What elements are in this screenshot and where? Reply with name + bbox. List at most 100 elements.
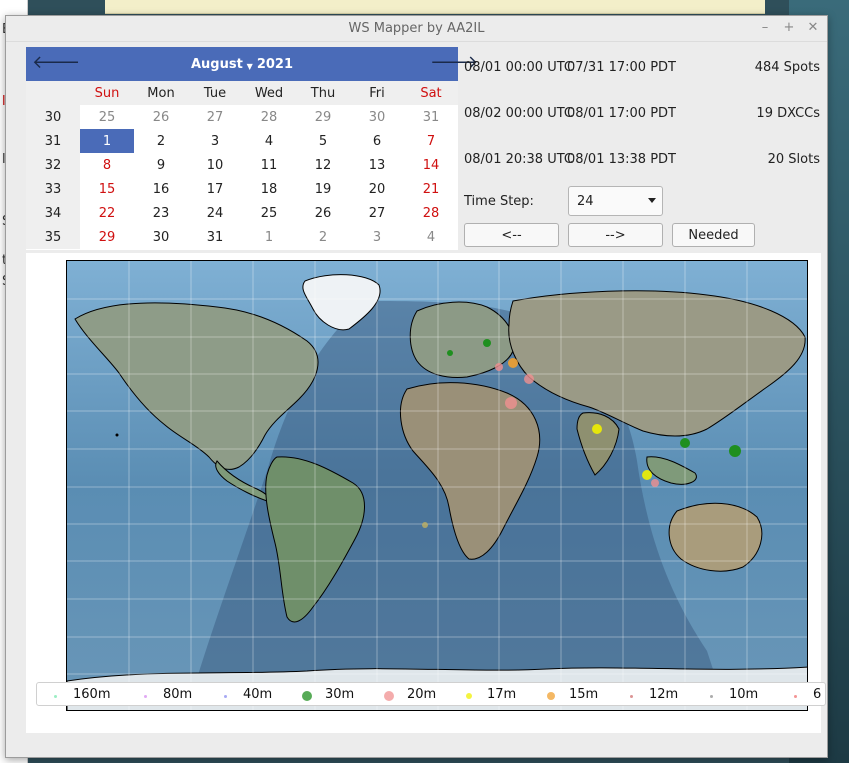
calendar-day[interactable]: 25 bbox=[80, 105, 134, 129]
calendar-day[interactable]: 26 bbox=[296, 201, 350, 225]
calendar-day[interactable]: 19 bbox=[296, 177, 350, 201]
calendar-day[interactable]: 2 bbox=[296, 225, 350, 249]
utc-time: 08/01 00:00 UTC bbox=[464, 60, 573, 75]
calendar-day[interactable]: 11 bbox=[242, 153, 296, 177]
utc-time: 08/02 00:00 UTC bbox=[464, 106, 573, 121]
local-time: 07/31 17:00 PDT bbox=[567, 60, 676, 75]
calendar-day[interactable]: 12 bbox=[296, 153, 350, 177]
calendar-day[interactable]: 3 bbox=[350, 225, 404, 249]
legend-marker-icon bbox=[709, 694, 713, 698]
chevron-down-icon: ▼ bbox=[246, 61, 253, 71]
calendar-day[interactable]: 8 bbox=[80, 153, 134, 177]
calendar-day[interactable]: 9 bbox=[134, 153, 188, 177]
weekday-header: Fri bbox=[350, 81, 404, 105]
calendar-day[interactable]: 27 bbox=[188, 105, 242, 129]
week-number: 32 bbox=[26, 153, 80, 177]
week-number-header bbox=[26, 81, 80, 105]
next-step-button[interactable]: --> bbox=[568, 223, 663, 247]
map-panel: 160m 80m 40m 30m 20m 17m 15m 12m 10m 6 bbox=[26, 253, 826, 733]
weekday-header: Sat bbox=[404, 81, 458, 105]
legend-marker-icon bbox=[223, 694, 227, 698]
calendar-day[interactable]: 17 bbox=[188, 177, 242, 201]
calendar-day[interactable]: 30 bbox=[350, 105, 404, 129]
legend-label: 12m bbox=[649, 687, 679, 702]
title-bar[interactable]: WS Mapper by AA2IL – + ✕ bbox=[6, 16, 827, 42]
calendar-day[interactable]: 10 bbox=[188, 153, 242, 177]
legend-label: 160m bbox=[73, 687, 111, 702]
weekday-header: Tue bbox=[188, 81, 242, 105]
prev-month-arrow-icon[interactable]: 🡐 bbox=[32, 52, 80, 73]
maximize-button[interactable]: + bbox=[783, 20, 795, 35]
legend-label: 17m bbox=[487, 687, 517, 702]
prev-step-button[interactable]: <-- bbox=[464, 223, 559, 247]
week-number: 33 bbox=[26, 177, 80, 201]
legend-item: 160m bbox=[53, 687, 111, 702]
calendar-day[interactable]: 6 bbox=[350, 129, 404, 153]
calendar-day[interactable]: 7 bbox=[404, 129, 458, 153]
legend-marker-icon bbox=[793, 694, 797, 698]
legend-label: 15m bbox=[569, 687, 599, 702]
legend-item: 80m bbox=[143, 687, 193, 702]
legend-label: 80m bbox=[163, 687, 193, 702]
calendar-day[interactable]: 25 bbox=[242, 201, 296, 225]
local-time: 08/01 17:00 PDT bbox=[567, 106, 676, 121]
calendar-day-selected[interactable]: 1 bbox=[80, 129, 134, 153]
calendar-day[interactable]: 3 bbox=[188, 129, 242, 153]
calendar-day[interactable]: 22 bbox=[80, 201, 134, 225]
calendar-day[interactable]: 21 bbox=[404, 177, 458, 201]
next-month-arrow-icon[interactable]: 🡒 bbox=[430, 52, 478, 73]
week-number: 34 bbox=[26, 201, 80, 225]
legend-item: 20m bbox=[384, 687, 436, 702]
legend-marker-icon bbox=[384, 691, 394, 701]
background-window-top bbox=[105, 0, 765, 14]
calendar-day[interactable]: 28 bbox=[404, 201, 458, 225]
world-map[interactable] bbox=[66, 260, 808, 711]
calendar-day[interactable]: 29 bbox=[80, 225, 134, 249]
legend-marker-icon bbox=[302, 691, 312, 701]
legend-item: 12m bbox=[629, 687, 679, 702]
minimize-button[interactable]: – bbox=[759, 20, 771, 35]
legend-label: 6 bbox=[813, 687, 822, 702]
calendar-day[interactable]: 29 bbox=[296, 105, 350, 129]
calendar-day[interactable]: 16 bbox=[134, 177, 188, 201]
calendar-day[interactable]: 30 bbox=[134, 225, 188, 249]
legend-label: 40m bbox=[243, 687, 273, 702]
calendar-day[interactable]: 13 bbox=[350, 153, 404, 177]
legend-item: 10m bbox=[709, 687, 758, 702]
month-dropdown[interactable]: August ▼ bbox=[191, 57, 253, 72]
utc-time: 08/01 20:38 UTC bbox=[464, 152, 573, 167]
calendar-day[interactable]: 27 bbox=[350, 201, 404, 225]
weekday-header: Sun bbox=[80, 81, 134, 105]
calendar-day[interactable]: 2 bbox=[134, 129, 188, 153]
legend-item: 6 bbox=[793, 687, 822, 702]
needed-button[interactable]: Needed bbox=[672, 223, 755, 247]
calendar-day[interactable]: 14 bbox=[404, 153, 458, 177]
band-legend: 160m 80m 40m 30m 20m 17m 15m 12m 10m 6 bbox=[36, 682, 826, 706]
slots-count: 20 Slots bbox=[767, 152, 820, 167]
calendar-day[interactable]: 4 bbox=[404, 225, 458, 249]
week-number: 31 bbox=[26, 129, 80, 153]
legend-item: 15m bbox=[547, 687, 599, 702]
calendar-day[interactable]: 28 bbox=[242, 105, 296, 129]
calendar-day[interactable]: 20 bbox=[350, 177, 404, 201]
legend-item: 30m bbox=[302, 687, 355, 702]
calendar-day[interactable]: 24 bbox=[188, 201, 242, 225]
calendar-day[interactable]: 31 bbox=[188, 225, 242, 249]
calendar-day[interactable]: 23 bbox=[134, 201, 188, 225]
legend-item: 17m bbox=[466, 687, 517, 702]
calendar-day[interactable]: 26 bbox=[134, 105, 188, 129]
time-step-select[interactable]: 24 bbox=[568, 186, 663, 216]
calendar-day[interactable]: 1 bbox=[242, 225, 296, 249]
calendar-day[interactable]: 15 bbox=[80, 177, 134, 201]
local-time: 08/01 13:38 PDT bbox=[567, 152, 676, 167]
week-number: 30 bbox=[26, 105, 80, 129]
world-map-image bbox=[67, 261, 807, 710]
weekday-header: Thu bbox=[296, 81, 350, 105]
calendar-day[interactable]: 18 bbox=[242, 177, 296, 201]
legend-label: 30m bbox=[325, 687, 355, 702]
calendar-day[interactable]: 5 bbox=[296, 129, 350, 153]
year-spinner[interactable]: 2021 bbox=[257, 57, 293, 72]
calendar-day[interactable]: 4 bbox=[242, 129, 296, 153]
close-button[interactable]: ✕ bbox=[807, 20, 819, 35]
calendar-day[interactable]: 31 bbox=[404, 105, 458, 129]
